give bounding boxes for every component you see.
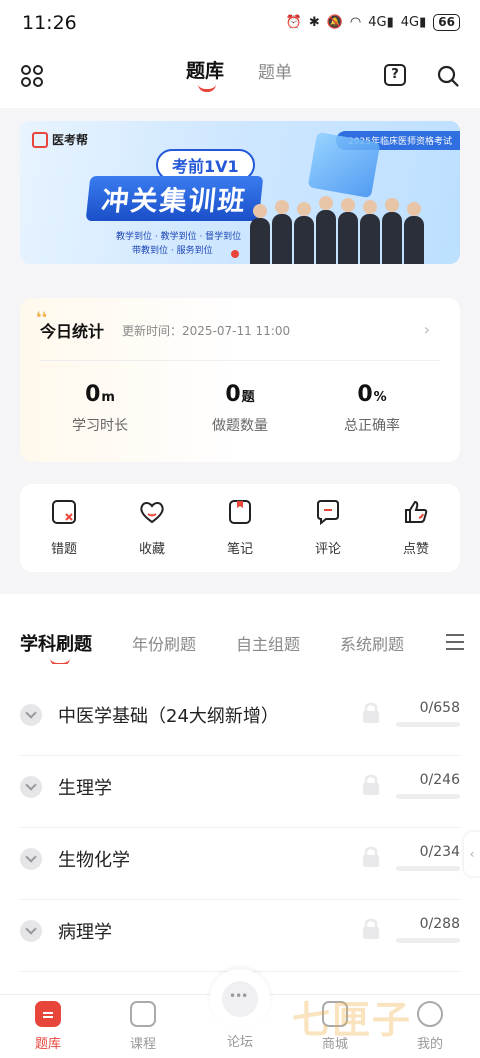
subject-tabs-scroller: 学科刷题 年份刷题 自主组题 系统刷题 bbox=[0, 624, 440, 664]
alarm-icon: ⏰ bbox=[285, 15, 302, 30]
banner-slogan-2: 带教到位 · 服务到位 bbox=[132, 246, 213, 256]
stat-study-time: 0m 学习时长 bbox=[72, 382, 128, 434]
grid-menu-icon[interactable] bbox=[20, 64, 44, 88]
progress-count: 0/288 bbox=[419, 916, 460, 932]
banner-slogan-1: 教学到位 · 教学到位 · 督学到位 bbox=[116, 232, 242, 242]
progress-count: 0/658 bbox=[419, 700, 460, 716]
courses-icon bbox=[130, 1001, 156, 1027]
subject-name: 中医学基础（24大纲新增） bbox=[58, 706, 279, 727]
lock-icon bbox=[363, 918, 379, 939]
wrong-answers-icon bbox=[52, 500, 76, 524]
help-icon[interactable]: ? bbox=[384, 64, 406, 86]
subject-name: 生理学 bbox=[58, 778, 112, 799]
subject-row[interactable]: 病理学 0/288 bbox=[20, 900, 460, 972]
brand-name: 医考帮 bbox=[52, 133, 89, 147]
chevron-right-icon[interactable]: › bbox=[424, 320, 430, 339]
subject-row[interactable]: 生物化学 0/234 bbox=[20, 828, 460, 900]
progress-bar bbox=[396, 722, 460, 727]
nav-courses[interactable]: 课程 bbox=[113, 1001, 173, 1052]
bottom-nav: 题库 课程 论坛 商城 我的 七匣子 bbox=[0, 969, 480, 1058]
subject-name: 病理学 bbox=[58, 922, 112, 943]
teacher-photo bbox=[294, 202, 314, 264]
teacher-photo bbox=[316, 196, 336, 264]
stat-question-count: 0题 做题数量 bbox=[212, 382, 268, 434]
subject-tabs: 学科刷题 年份刷题 自主组题 系统刷题 bbox=[20, 630, 404, 664]
tab-question-bank[interactable]: 题库 bbox=[186, 56, 224, 83]
notes-icon bbox=[229, 500, 251, 524]
subject-section: 学科刷题 年份刷题 自主组题 系统刷题 中医学基础（24大纲新增） 0/658 … bbox=[0, 594, 480, 994]
app-header: 题库 题单 ? bbox=[0, 48, 480, 108]
cube-graphic bbox=[307, 131, 381, 199]
battery-icon: 66 bbox=[433, 14, 460, 31]
subject-row[interactable]: 生理学 0/246 bbox=[20, 756, 460, 828]
tab-by-year[interactable]: 年份刷题 bbox=[132, 631, 196, 655]
signal-icon-2: 4G▮ bbox=[400, 15, 427, 30]
active-tab-indicator bbox=[198, 84, 216, 92]
brand-logo-icon bbox=[32, 131, 48, 148]
divider bbox=[40, 360, 440, 361]
search-icon[interactable] bbox=[436, 64, 460, 88]
side-drawer-handle[interactable]: ‹ bbox=[464, 832, 480, 876]
progress-count: 0/246 bbox=[419, 772, 460, 788]
tab-system-practice[interactable]: 系统刷题 bbox=[340, 631, 404, 655]
teacher-photos bbox=[250, 194, 440, 264]
brand: 医考帮 bbox=[32, 131, 88, 148]
tool-likes[interactable]: 点赞 bbox=[388, 484, 444, 572]
watermark: 七匣子 bbox=[292, 998, 413, 1042]
tab-custom-quiz[interactable]: 自主组题 bbox=[236, 631, 300, 655]
thumbs-up-icon bbox=[405, 500, 428, 523]
comment-icon bbox=[317, 500, 339, 526]
nav-question-bank[interactable]: 题库 bbox=[18, 1001, 78, 1052]
tool-comments[interactable]: 评论 bbox=[300, 484, 356, 572]
status-bar: 11:26 ⏰ ✱ 🔕 ◠ 4G▮ 4G▮ 66 bbox=[0, 0, 480, 48]
forum-icon[interactable] bbox=[222, 981, 258, 1017]
tab-question-list[interactable]: 题单 bbox=[258, 58, 292, 83]
profile-icon bbox=[417, 1001, 443, 1027]
promo-banner[interactable]: 医考帮 2025年临床医师资格考试 考前1V1 冲关集训班 教学到位 · 教学到… bbox=[20, 121, 460, 264]
banner-headline: 冲关集训班 bbox=[85, 176, 264, 221]
teacher-photo bbox=[272, 200, 292, 264]
tool-favorites[interactable]: 收藏 bbox=[124, 484, 180, 572]
expand-icon[interactable] bbox=[20, 920, 42, 942]
today-stats-card[interactable]: ❛❛ 今日统计 更新时间：2025-07-11 11:00 › 0m 学习时长 … bbox=[20, 298, 460, 462]
mute-icon: 🔕 bbox=[326, 15, 343, 30]
subject-row[interactable]: 中医学基础（24大纲新增） 0/658 bbox=[20, 684, 460, 756]
teacher-photo bbox=[360, 200, 380, 264]
lock-icon bbox=[363, 774, 379, 795]
expand-icon[interactable] bbox=[20, 704, 42, 726]
progress-bar bbox=[396, 938, 460, 943]
carousel-indicator bbox=[231, 250, 239, 258]
lock-icon bbox=[363, 702, 379, 723]
bluetooth-icon: ✱ bbox=[308, 15, 320, 30]
menu-icon[interactable] bbox=[446, 634, 464, 650]
teacher-photo bbox=[338, 198, 358, 264]
heart-icon bbox=[140, 502, 164, 524]
teacher-photo bbox=[382, 198, 402, 264]
progress-bar bbox=[396, 866, 460, 871]
progress-count: 0/234 bbox=[419, 844, 460, 860]
signal-icon-1: 4G▮ bbox=[368, 15, 394, 30]
subject-name: 生物化学 bbox=[58, 850, 130, 871]
expand-icon[interactable] bbox=[20, 776, 42, 798]
progress-bar bbox=[396, 794, 460, 799]
stat-accuracy: 0% 总正确率 bbox=[344, 382, 400, 434]
teacher-photo bbox=[250, 204, 270, 264]
question-bank-icon bbox=[35, 1001, 61, 1027]
lock-icon bbox=[363, 846, 379, 867]
tool-notes[interactable]: 笔记 bbox=[212, 484, 268, 572]
tool-shortcuts: 错题 收藏 笔记 评论 点赞 bbox=[20, 484, 460, 572]
wifi-icon: ◠ bbox=[349, 15, 362, 30]
tool-wrong-answers[interactable]: 错题 bbox=[36, 484, 92, 572]
stats-title: 今日统计 bbox=[40, 322, 105, 341]
nav-forum[interactable]: 论坛 bbox=[210, 1025, 270, 1050]
status-time: 11:26 bbox=[22, 12, 77, 34]
stats-updated-time: 更新时间：2025-07-11 11:00 bbox=[122, 324, 291, 338]
teacher-photo bbox=[404, 202, 424, 264]
expand-icon[interactable] bbox=[20, 848, 42, 870]
tab-by-subject[interactable]: 学科刷题 bbox=[20, 630, 92, 664]
status-icons: ⏰ ✱ 🔕 ◠ 4G▮ 4G▮ 66 bbox=[286, 14, 460, 31]
